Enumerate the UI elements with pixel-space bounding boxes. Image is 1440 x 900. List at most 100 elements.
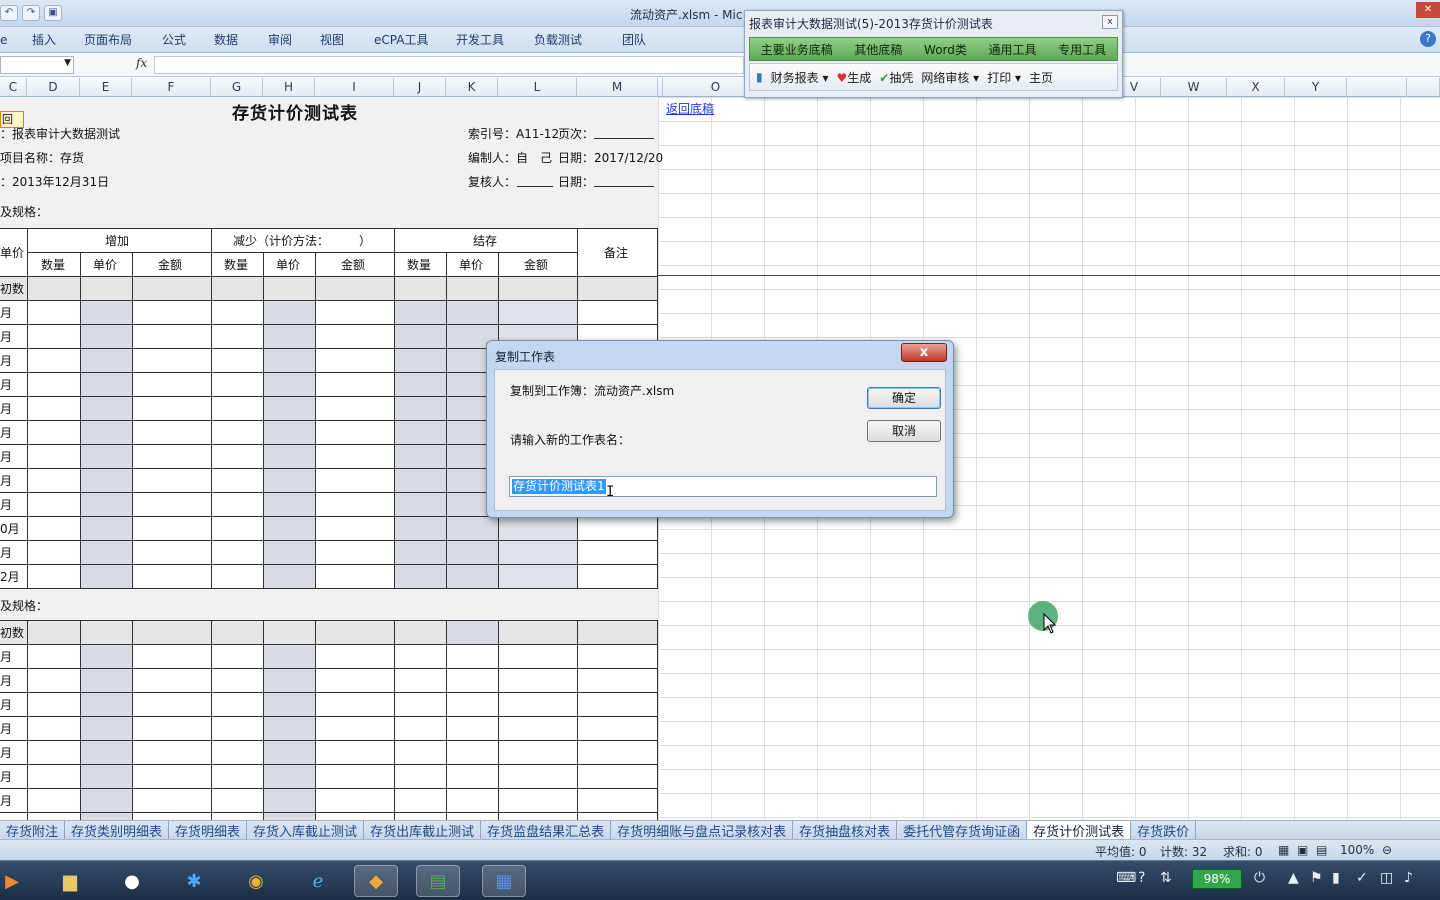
column-header[interactable]: J [394, 78, 446, 97]
show-hidden-icons[interactable]: ▲ [1288, 870, 1299, 886]
sheet-tab[interactable]: 存货抽盘核对表 [793, 821, 898, 839]
column-header[interactable]: F [132, 78, 211, 97]
dialog-close-button[interactable]: x [901, 343, 947, 362]
tab-page-layout[interactable]: 页面布局 [84, 31, 162, 48]
sheet-tab[interactable]: 存货监盘结果汇总表 [481, 821, 612, 839]
internet-explorer-icon[interactable]: ℯ [296, 865, 340, 897]
row-label: 月 [0, 354, 13, 368]
addin-tab-general[interactable]: 通用工具 [989, 41, 1037, 58]
generate-button[interactable]: ♥生成 [836, 69, 871, 86]
excel-icon[interactable]: ▤ [416, 865, 460, 897]
addin-tab-other[interactable]: 其他底稿 [854, 41, 902, 58]
view-page-break-icon[interactable]: ▤ [1316, 843, 1327, 857]
addin-tab-special[interactable]: 专用工具 [1058, 41, 1106, 58]
column-header[interactable]: C [0, 78, 27, 97]
file-explorer-icon[interactable]: ▆ [48, 865, 92, 897]
sheet-title: 存货计价测试表 [232, 104, 358, 124]
word-icon[interactable]: ▦ [482, 865, 526, 897]
column-header[interactable]: G [211, 78, 263, 97]
column-header[interactable]: W [1161, 78, 1227, 97]
ok-button[interactable]: 确定 [867, 387, 941, 409]
tab-review[interactable]: 审阅 [268, 31, 320, 48]
addin-tab-main[interactable]: 主要业务底稿 [761, 41, 833, 58]
ribbon-tab-start[interactable]: e [0, 33, 32, 47]
sheet-tab[interactable]: 存货出库截止测试 [364, 821, 482, 839]
sheet-name-input[interactable]: 存货计价测试表1 [509, 476, 937, 497]
sheet-tab[interactable]: 存货入库截止测试 [247, 821, 365, 839]
column-header[interactable]: D [27, 78, 80, 97]
sheet-tab-active[interactable]: 存货计价测试表 [1027, 821, 1132, 839]
redo-icon[interactable]: ↷ [22, 5, 40, 21]
tab-ecpa[interactable]: eCPA工具 [374, 31, 456, 48]
view-page-layout-icon[interactable]: ▣ [1297, 843, 1308, 857]
tab-team[interactable]: 团队 [622, 31, 674, 48]
security-icon[interactable]: ✓ [1356, 870, 1368, 886]
tab-load-test[interactable]: 负载测试 [534, 31, 622, 48]
sub-header: 单价 [93, 258, 118, 272]
addin-tab-word[interactable]: Word类 [924, 41, 967, 58]
sync-icon[interactable]: ⇅ [1160, 870, 1172, 886]
row-label: 2月 [0, 570, 20, 584]
row-label: 月 [0, 306, 13, 320]
financial-report-button[interactable]: 财务报表 ▾ [771, 69, 829, 86]
tab-developer[interactable]: 开发工具 [456, 31, 534, 48]
name-box[interactable]: ▼ [0, 56, 74, 74]
sheet-tab[interactable]: 委托代管存货询证函 [897, 821, 1028, 839]
qq-icon[interactable]: ● [110, 865, 154, 897]
column-header[interactable] [1407, 78, 1440, 97]
column-header[interactable]: I [315, 78, 394, 97]
sheet-tab[interactable]: 存货类别明细表 [65, 821, 170, 839]
column-header[interactable] [1347, 78, 1407, 97]
zoom-level[interactable]: 100% [1340, 843, 1374, 857]
sample-button[interactable]: ✔抽凭 [879, 69, 913, 86]
column-header[interactable]: H [263, 78, 315, 97]
home-button[interactable]: 主页 [1029, 69, 1053, 86]
help-icon[interactable]: ? [1420, 31, 1436, 47]
power-icon[interactable]: ⏻ [1254, 870, 1265, 886]
name-box-dropdown-icon[interactable]: ▼ [64, 58, 71, 68]
sheet-tab[interactable]: 存货明细账与盘点记录核对表 [611, 821, 794, 839]
tab-view[interactable]: 视图 [320, 31, 374, 48]
column-header[interactable]: K [446, 78, 498, 97]
flag-icon[interactable]: ⚑ [1310, 870, 1323, 886]
sheet-tab[interactable]: 存货跌价 [1131, 821, 1197, 839]
column-header[interactable]: L [498, 78, 577, 97]
column-header[interactable]: Y [1285, 78, 1347, 97]
media-player-icon[interactable]: ▶ [0, 865, 34, 897]
print-button[interactable]: 打印 ▾ [987, 69, 1021, 86]
page-label: 页次： [558, 127, 595, 141]
zoom-out-icon[interactable]: ⊖ [1382, 843, 1392, 857]
window-title: 流动资产.xlsm - Mic [630, 8, 743, 22]
network-review-button[interactable]: 网络审核 ▾ [921, 69, 979, 86]
column-header[interactable]: M [577, 78, 658, 97]
quick-access-toolbar: ↶ ↷ ▣ [0, 2, 62, 24]
sheet-tab[interactable]: 存货明细表 [169, 821, 248, 839]
app-star-icon[interactable]: ✱ [172, 865, 216, 897]
return-link[interactable]: 返回底稿 [666, 100, 714, 117]
view-normal-icon[interactable]: ▦ [1278, 843, 1289, 857]
financial-report-label: 财务报表 [770, 70, 819, 85]
device-icon[interactable]: ▮ [1332, 870, 1340, 886]
sheet-tab[interactable]: 存货附注 [0, 821, 66, 839]
tab-insert[interactable]: 插入 [32, 31, 84, 48]
window-close-button[interactable]: ✕ [1416, 2, 1440, 18]
formula-input[interactable] [154, 56, 744, 74]
fx-icon[interactable]: fx [136, 56, 147, 70]
row-label: 月 [0, 426, 13, 440]
addin-close-button[interactable]: x [1102, 15, 1118, 29]
tab-data[interactable]: 数据 [214, 31, 268, 48]
volume-icon[interactable]: ♪ [1404, 870, 1413, 886]
battery-indicator[interactable]: 98% [1192, 869, 1242, 889]
undo-icon[interactable]: ↶ [0, 5, 18, 21]
chrome-icon[interactable]: ◉ [234, 865, 278, 897]
network-icon[interactable]: ◫ [1380, 870, 1393, 886]
tool-app-icon[interactable]: ◆ [354, 865, 398, 897]
addin-title: 报表审计大数据测试(5)-2013存货计价测试表 [749, 17, 993, 31]
cancel-button[interactable]: 取消 [867, 420, 941, 442]
column-header[interactable]: X [1227, 78, 1285, 97]
help-tray-icon[interactable]: ? [1138, 870, 1145, 886]
column-header[interactable]: E [80, 78, 132, 97]
print-preview-icon[interactable]: ▣ [44, 5, 62, 21]
keyboard-icon[interactable]: ⌨ [1116, 870, 1136, 886]
tab-formulas[interactable]: 公式 [162, 31, 214, 48]
